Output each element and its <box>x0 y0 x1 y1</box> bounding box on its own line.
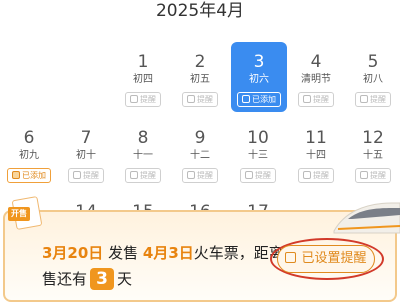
day-number: 12 <box>362 128 384 148</box>
bell-icon <box>360 95 368 103</box>
lunar-date: 十三 <box>248 150 268 161</box>
day-cell-10[interactable]: 10 十三 提醒 <box>231 118 285 188</box>
day-cell-8[interactable]: 8 十一 提醒 <box>116 118 170 188</box>
banner-text-remaining: 售还有 <box>42 270 88 288</box>
bell-icon <box>285 252 297 263</box>
sale-text: 发售 <box>108 244 139 262</box>
day-cell-3-selected[interactable]: 3 初六 已添加 <box>231 42 287 112</box>
days-remaining-badge: 3 <box>90 268 115 290</box>
lunar-date: 十四 <box>306 150 326 161</box>
remind-tag[interactable]: 提醒 <box>298 92 334 107</box>
day-number: 6 <box>23 128 35 148</box>
travel-date: 4月3日 <box>142 244 194 262</box>
lunar-date: 十二 <box>190 150 210 161</box>
day-number: 7 <box>80 128 92 148</box>
lunar-date: 初六 <box>249 74 269 85</box>
day-cell-9[interactable]: 9 十二 提醒 <box>173 118 227 188</box>
bell-icon <box>303 171 311 179</box>
bell-icon <box>360 171 368 179</box>
banner-text-line1: 3月20日 发售 4月3日火车票，距离开 <box>42 242 299 264</box>
reminder-set-button[interactable]: 已设置提醒 <box>277 245 375 273</box>
bell-icon <box>245 171 253 179</box>
bell-icon <box>303 95 311 103</box>
remind-tag[interactable]: 提醒 <box>68 168 104 183</box>
day-cell-5[interactable]: 5 初八 提醒 <box>346 42 400 112</box>
lunar-date: 初五 <box>190 74 210 85</box>
day-cell-6[interactable]: 6 初九 已添加 <box>2 118 56 188</box>
day-number: 4 <box>310 52 322 72</box>
bell-icon <box>242 95 250 103</box>
bell-icon <box>130 95 138 103</box>
lunar-date: 初八 <box>363 74 383 85</box>
ticket-sale-icon: 开售 <box>6 195 44 231</box>
lunar-date: 初十 <box>76 150 96 161</box>
remind-tag[interactable]: 提醒 <box>240 168 276 183</box>
remind-tag[interactable]: 提醒 <box>182 92 218 107</box>
banner-text-line2: 售还有 3 天 <box>42 268 132 290</box>
train-icon <box>333 202 400 234</box>
lunar-date: 十五 <box>363 150 383 161</box>
day-cell-1[interactable]: 1 初四 提醒 <box>116 42 170 112</box>
day-cell-2[interactable]: 2 初五 提醒 <box>173 42 227 112</box>
bell-icon <box>73 171 81 179</box>
day-number: 11 <box>305 128 327 148</box>
added-tag[interactable]: 已添加 <box>237 92 281 107</box>
day-number: 2 <box>194 52 206 72</box>
banner-text-days: 天 <box>117 270 133 288</box>
day-number: 10 <box>247 128 269 148</box>
remind-tag[interactable]: 提醒 <box>355 92 391 107</box>
remind-tag[interactable]: 提醒 <box>125 168 161 183</box>
day-number: 5 <box>367 52 379 72</box>
bell-icon <box>187 95 195 103</box>
remind-tag[interactable]: 提醒 <box>355 168 391 183</box>
day-number: 1 <box>137 52 149 72</box>
bell-icon <box>12 171 20 179</box>
day-number: 9 <box>194 128 206 148</box>
day-cell-7[interactable]: 7 初十 提醒 <box>59 118 113 188</box>
bell-icon <box>187 171 195 179</box>
added-tag[interactable]: 已添加 <box>7 168 51 183</box>
day-cell-12[interactable]: 12 十五 提醒 <box>346 118 400 188</box>
day-cell-11[interactable]: 11 十四 提醒 <box>289 118 343 188</box>
lunar-date: 初九 <box>19 150 39 161</box>
remind-tag[interactable]: 提醒 <box>182 168 218 183</box>
remind-tag[interactable]: 提醒 <box>125 92 161 107</box>
day-number: 3 <box>253 52 265 72</box>
day-cell-4[interactable]: 4 清明节 提醒 <box>289 42 343 112</box>
month-title: 2025年4月 <box>155 1 245 21</box>
remind-tag[interactable]: 提醒 <box>298 168 334 183</box>
sale-stamp: 开售 <box>8 207 30 221</box>
bell-icon <box>130 171 138 179</box>
lunar-date: 初四 <box>133 74 153 85</box>
lunar-date: 十一 <box>133 150 153 161</box>
lunar-date: 清明节 <box>301 74 331 85</box>
sale-date: 3月20日 <box>42 244 104 262</box>
day-number: 8 <box>137 128 149 148</box>
